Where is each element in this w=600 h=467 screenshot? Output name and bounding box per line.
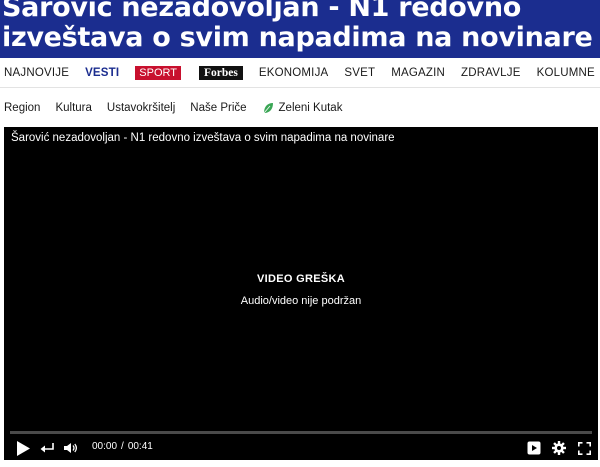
video-title: Šarović nezadovoljan - N1 redovno izvešt…	[11, 132, 395, 144]
article-header: Šarović nezadovoljan - N1 redovno izvešt…	[0, 0, 600, 58]
play-icon	[17, 440, 30, 456]
video-error-message: Audio/video nije podržan	[240, 295, 362, 307]
progress-bar[interactable]	[10, 431, 592, 434]
playlist-button[interactable]	[524, 436, 544, 460]
nav-item-svet[interactable]: SVET	[344, 67, 375, 79]
nav-item-sport[interactable]: SPORT	[135, 65, 181, 80]
nav-item-ekonomija[interactable]: EKONOMIJA	[259, 67, 329, 79]
time-separator: /	[121, 441, 124, 452]
rewind-button[interactable]	[38, 436, 56, 460]
nav-item-kolumne[interactable]: KOLUMNE	[537, 67, 595, 79]
settings-button[interactable]	[549, 436, 569, 460]
video-error-title: VIDEO GREŠKA	[257, 273, 345, 285]
article-headline: Šarović nezadovoljan - N1 redovno izvešt…	[2, 0, 593, 53]
volume-button[interactable]	[62, 436, 80, 460]
nav-item-najnovije[interactable]: NAJNOVIJE	[4, 67, 69, 79]
subnav-item-zeleni-kutak[interactable]: Zeleni Kutak	[262, 102, 343, 114]
nav-item-vesti[interactable]: VESTI	[85, 67, 119, 79]
time-display: 00:00/00:41	[92, 441, 153, 452]
subnav-item-region[interactable]: Region	[4, 102, 40, 114]
duration: 00:41	[127, 441, 153, 452]
nav-item-magazin[interactable]: MAGAZIN	[391, 67, 445, 79]
fullscreen-button[interactable]	[574, 436, 594, 460]
nav-item-forbes[interactable]: Forbes	[199, 65, 243, 80]
player-controls: 00:00/00:41	[4, 436, 598, 460]
gear-icon	[552, 441, 566, 455]
leaf-icon	[263, 103, 273, 114]
nav-item-zdravlje[interactable]: ZDRAVLJE	[461, 67, 521, 79]
subnav-item-ustavokrsitelj[interactable]: Ustavokršitelj	[107, 102, 175, 114]
video-player[interactable]: Šarović nezadovoljan - N1 redovno izvešt…	[4, 127, 598, 460]
playlist-icon	[527, 441, 541, 455]
subnav-item-nase-price[interactable]: Naše Priče	[190, 102, 246, 114]
rewind-icon	[40, 443, 54, 453]
fullscreen-icon	[577, 441, 591, 455]
play-button[interactable]	[14, 436, 32, 460]
subnav-item-kultura[interactable]: Kultura	[55, 102, 91, 114]
secondary-nav: Region Kultura Ustavokršitelj Naše Priče…	[0, 89, 600, 127]
subnav-item-label: Zeleni Kutak	[278, 102, 343, 114]
primary-nav: NAJNOVIJE VESTI SPORT Forbes EKONOMIJA S…	[0, 58, 600, 88]
current-time: 00:00	[92, 441, 118, 452]
volume-icon	[64, 443, 78, 453]
